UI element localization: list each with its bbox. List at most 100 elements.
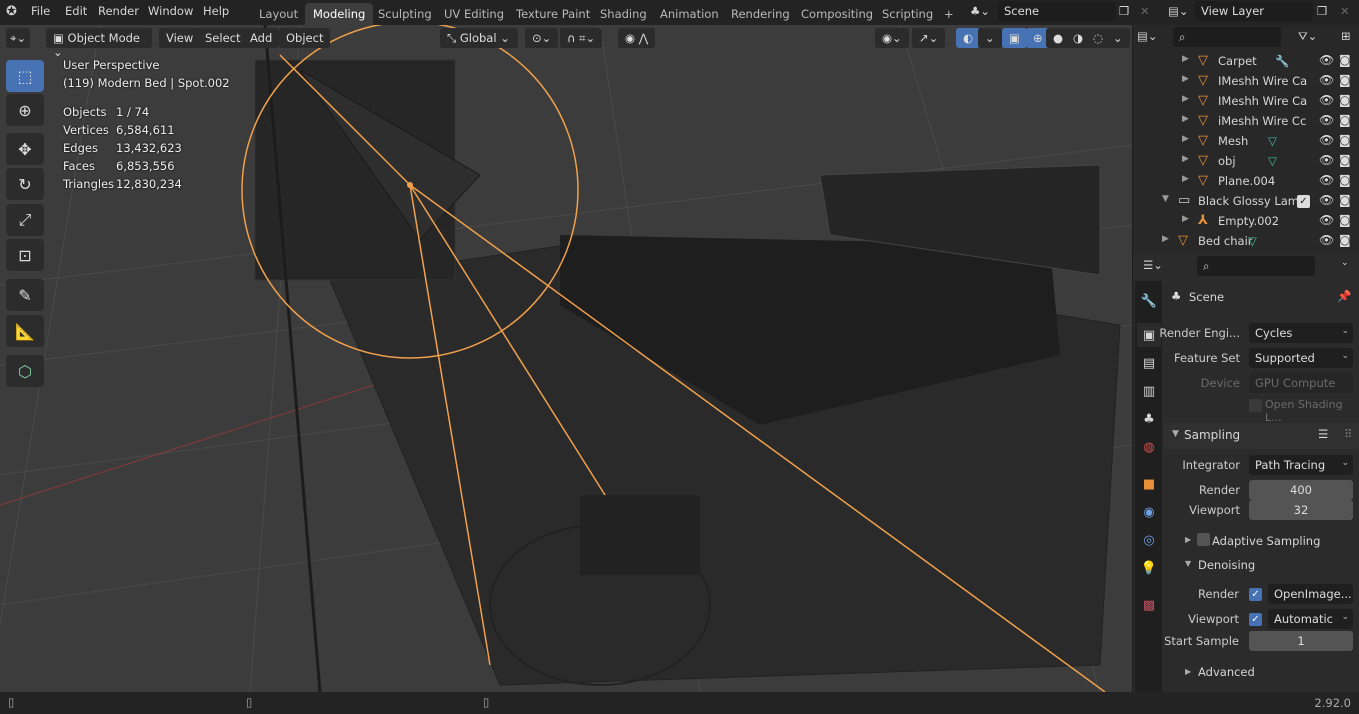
expand-icon[interactable]: ▶ bbox=[1182, 94, 1189, 104]
outliner-item[interactable]: ▶ ▽ Plane.004 👁 ◙ bbox=[1133, 171, 1359, 191]
open-shading-checkbox[interactable] bbox=[1249, 399, 1262, 412]
3d-viewport[interactable]: ⌖⌄ ▣ Object Mode ⌄ View Select Add Objec… bbox=[0, 25, 1132, 692]
adaptive-sampling-label[interactable]: Adaptive Sampling bbox=[1212, 534, 1320, 548]
display-mode-icon[interactable]: ▤⌄ bbox=[1137, 29, 1158, 43]
eye-icon[interactable]: 👁 bbox=[1319, 173, 1334, 187]
rotate-tool[interactable]: ↻ bbox=[6, 168, 44, 200]
denoise-render-dropdown[interactable]: OpenImage... bbox=[1268, 584, 1353, 604]
outliner-item[interactable]: ▶ ▽ IMeshh Wire Ca 👁 ◙ bbox=[1133, 71, 1359, 91]
world-tab-icon[interactable]: ◍ bbox=[1137, 435, 1161, 459]
editor-type-icon[interactable]: ☰⌄ bbox=[1143, 258, 1163, 272]
tab-animation[interactable]: Animation bbox=[652, 3, 727, 25]
feature-set-dropdown[interactable]: Supported ⌄ bbox=[1249, 348, 1353, 368]
outliner-item[interactable]: ▶ ▽ Mesh ▽ 👁 ◙ bbox=[1133, 131, 1359, 151]
annotate-tool[interactable]: ✎ bbox=[6, 279, 44, 311]
eye-icon[interactable]: 👁 bbox=[1319, 113, 1334, 127]
render-engine-dropdown[interactable]: Cycles ⌄ bbox=[1249, 323, 1353, 343]
expand-icon[interactable]: ▶ bbox=[1182, 154, 1189, 164]
expand-icon[interactable]: ▶ bbox=[1182, 54, 1189, 64]
proportional-edit-icon[interactable]: ◉ ⋀ bbox=[618, 28, 656, 48]
pivot-icon[interactable]: ⊙⌄ bbox=[525, 28, 559, 48]
tab-shading[interactable]: Shading bbox=[592, 3, 655, 25]
options-dropdown[interactable]: ⌄ bbox=[1341, 258, 1349, 268]
viewport-samples-field[interactable]: 32 bbox=[1249, 500, 1353, 520]
camera-icon[interactable]: ◙ bbox=[1339, 113, 1351, 127]
visibility-icon[interactable]: ◉⌄ bbox=[875, 28, 909, 48]
sampling-panel-header[interactable]: ▼ Sampling ☰ ⠿ bbox=[1164, 423, 1359, 449]
cursor-tool[interactable]: ⊕ bbox=[6, 94, 44, 126]
eye-icon[interactable]: 👁 bbox=[1319, 133, 1334, 147]
camera-icon[interactable]: ◙ bbox=[1339, 173, 1351, 187]
camera-icon[interactable]: ◙ bbox=[1339, 153, 1351, 167]
overlays-icon[interactable]: ◐ bbox=[956, 28, 981, 48]
camera-icon[interactable]: ◙ bbox=[1339, 73, 1351, 87]
menu-file[interactable]: File bbox=[31, 4, 50, 18]
mesh-data-icon[interactable]: ▽ bbox=[1248, 234, 1257, 248]
object-menu[interactable]: Object bbox=[279, 28, 331, 48]
tab-rendering[interactable]: Rendering bbox=[723, 3, 798, 25]
view-menu[interactable]: View bbox=[159, 28, 201, 48]
remove-view-layer-icon[interactable]: ✕ bbox=[1340, 4, 1350, 18]
properties-search-input[interactable]: ⌕ bbox=[1197, 256, 1315, 276]
outliner-search-input[interactable]: ⌕ bbox=[1173, 27, 1281, 47]
tab-texture-paint[interactable]: Texture Paint bbox=[508, 3, 598, 25]
pin-icon[interactable]: 📌 bbox=[1337, 289, 1351, 303]
measure-tool[interactable]: 📐 bbox=[6, 315, 44, 347]
camera-icon[interactable]: ◙ bbox=[1339, 193, 1351, 207]
start-sample-field[interactable]: 1 bbox=[1249, 631, 1353, 651]
denoise-viewport-checkbox[interactable]: ✓ bbox=[1249, 613, 1262, 626]
remove-scene-icon[interactable]: ✕ bbox=[1140, 4, 1150, 18]
denoise-render-checkbox[interactable]: ✓ bbox=[1249, 588, 1262, 601]
camera-icon[interactable]: ◙ bbox=[1339, 213, 1351, 227]
eye-icon[interactable]: 👁 bbox=[1319, 233, 1334, 247]
menu-render[interactable]: Render bbox=[98, 4, 139, 18]
overlays-dropdown[interactable]: ⌄ bbox=[978, 28, 1002, 48]
exclude-checkbox[interactable]: ✓ bbox=[1297, 195, 1310, 208]
presets-icon[interactable]: ☰ bbox=[1318, 427, 1328, 441]
expand-icon[interactable]: ▶ bbox=[1182, 74, 1189, 84]
render-samples-field[interactable]: 400 bbox=[1249, 480, 1353, 500]
mesh-data-icon[interactable]: ▽ bbox=[1268, 154, 1277, 168]
scene-icon[interactable]: ♣⌄ bbox=[970, 4, 990, 18]
camera-icon[interactable]: ◙ bbox=[1339, 53, 1351, 67]
camera-icon[interactable]: ◙ bbox=[1339, 93, 1351, 107]
mesh-data-icon[interactable]: ▽ bbox=[1268, 134, 1277, 148]
scene-name-field[interactable]: Scene bbox=[998, 1, 1116, 21]
eye-icon[interactable]: 👁 bbox=[1319, 153, 1334, 167]
menu-edit[interactable]: Edit bbox=[65, 4, 87, 18]
add-menu[interactable]: Add bbox=[243, 28, 280, 48]
gizmo-icon[interactable]: ↗⌄ bbox=[912, 28, 946, 48]
eye-icon[interactable]: 👁 bbox=[1319, 93, 1334, 107]
copy-scene-icon[interactable]: ❐ bbox=[1119, 4, 1129, 18]
eye-icon[interactable]: 👁 bbox=[1319, 73, 1334, 87]
outliner-item[interactable]: ▶ ▽ obj ▽ 👁 ◙ bbox=[1133, 151, 1359, 171]
expand-icon[interactable]: ▶ bbox=[1182, 114, 1189, 124]
outliner-item[interactable]: ▶ ▽ Carpet 🔧 👁 ◙ bbox=[1133, 51, 1359, 71]
orientation-dropdown[interactable]: ⤡ Global ⌄ bbox=[440, 28, 518, 48]
light-data-tab-icon[interactable]: 💡 bbox=[1137, 556, 1161, 580]
eye-icon[interactable]: 👁 bbox=[1319, 193, 1334, 207]
outliner-item[interactable]: ▶ ▽ iMeshh Wire Cc 👁 ◙ bbox=[1133, 111, 1359, 131]
blender-logo-icon[interactable]: ✪ bbox=[6, 4, 17, 19]
new-collection-icon[interactable]: ⊞ bbox=[1341, 29, 1351, 43]
expand-icon[interactable]: ▼ bbox=[1162, 194, 1169, 204]
outliner-item[interactable]: ▼ ▭ Black Glossy Lamp ✓ 👁 ◙ bbox=[1133, 191, 1359, 211]
scene-tab-icon[interactable]: ♣ bbox=[1137, 407, 1161, 431]
select-box-tool[interactable]: ⬚ bbox=[6, 60, 44, 92]
tab-compositing[interactable]: Compositing bbox=[793, 3, 881, 25]
mode-dropdown[interactable]: ▣ Object Mode ⌄ bbox=[46, 28, 152, 59]
drag-handle-icon[interactable]: ⠿ bbox=[1344, 427, 1352, 441]
outliner-item[interactable]: ▶ ▽ Bed chair ▽ 👁 ◙ bbox=[1133, 231, 1359, 251]
transform-tool[interactable]: ⊡ bbox=[6, 239, 44, 271]
tab-uv-editing[interactable]: UV Editing bbox=[436, 3, 512, 25]
add-workspace-button[interactable]: + bbox=[936, 3, 962, 25]
advanced-subpanel[interactable]: Advanced bbox=[1198, 665, 1255, 679]
expand-icon[interactable]: ▶ bbox=[1182, 174, 1189, 184]
select-menu[interactable]: Select bbox=[198, 28, 248, 48]
camera-icon[interactable]: ◙ bbox=[1339, 133, 1351, 147]
snap-icon[interactable]: ∩ ⌗⌄ bbox=[560, 28, 603, 48]
expand-icon[interactable]: ▶ bbox=[1182, 214, 1189, 224]
constraints-tab-icon[interactable]: ◎ bbox=[1137, 528, 1161, 552]
view-layer-field[interactable]: View Layer bbox=[1195, 1, 1313, 21]
move-tool[interactable]: ✥ bbox=[6, 133, 44, 165]
